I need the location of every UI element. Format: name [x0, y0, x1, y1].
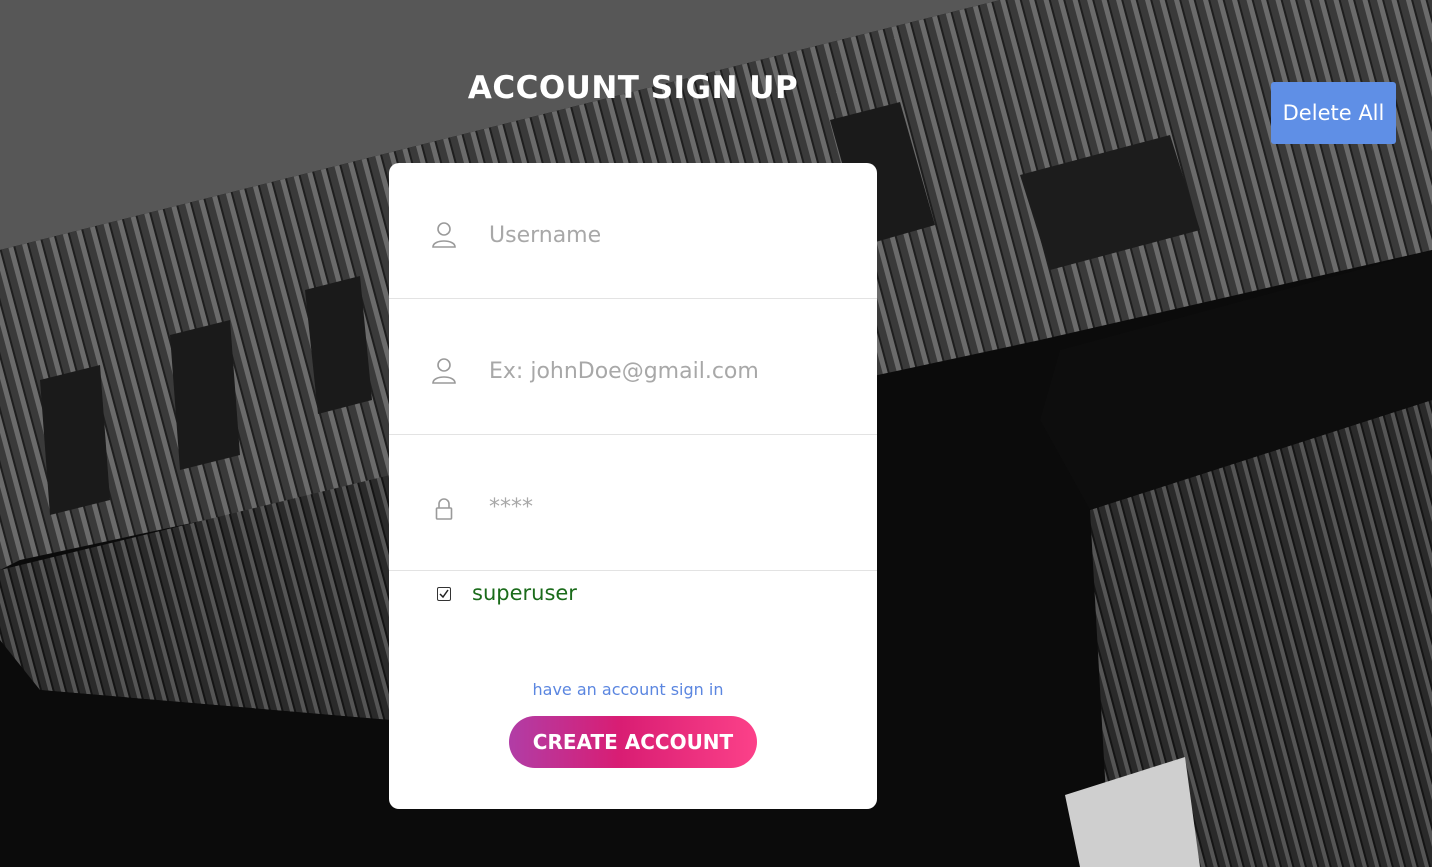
superuser-checkbox[interactable] [437, 587, 451, 601]
password-input[interactable] [489, 487, 849, 527]
page-title: ACCOUNT SIGN UP [467, 70, 799, 106]
username-input[interactable] [489, 215, 849, 255]
user-icon [431, 221, 457, 249]
sign-in-link[interactable]: have an account sign in [389, 680, 867, 699]
superuser-label: superuser [472, 581, 577, 605]
email-row [389, 299, 877, 435]
password-row [389, 435, 877, 571]
email-input[interactable] [489, 351, 849, 391]
delete-all-button[interactable]: Delete All [1271, 82, 1396, 144]
user-icon [431, 357, 457, 385]
signup-card: superuser have an account sign in CREATE… [389, 163, 877, 809]
checkmark-icon [439, 589, 449, 599]
create-account-button[interactable]: CREATE ACCOUNT [509, 716, 757, 768]
username-row [389, 163, 877, 299]
lock-icon [434, 497, 460, 525]
